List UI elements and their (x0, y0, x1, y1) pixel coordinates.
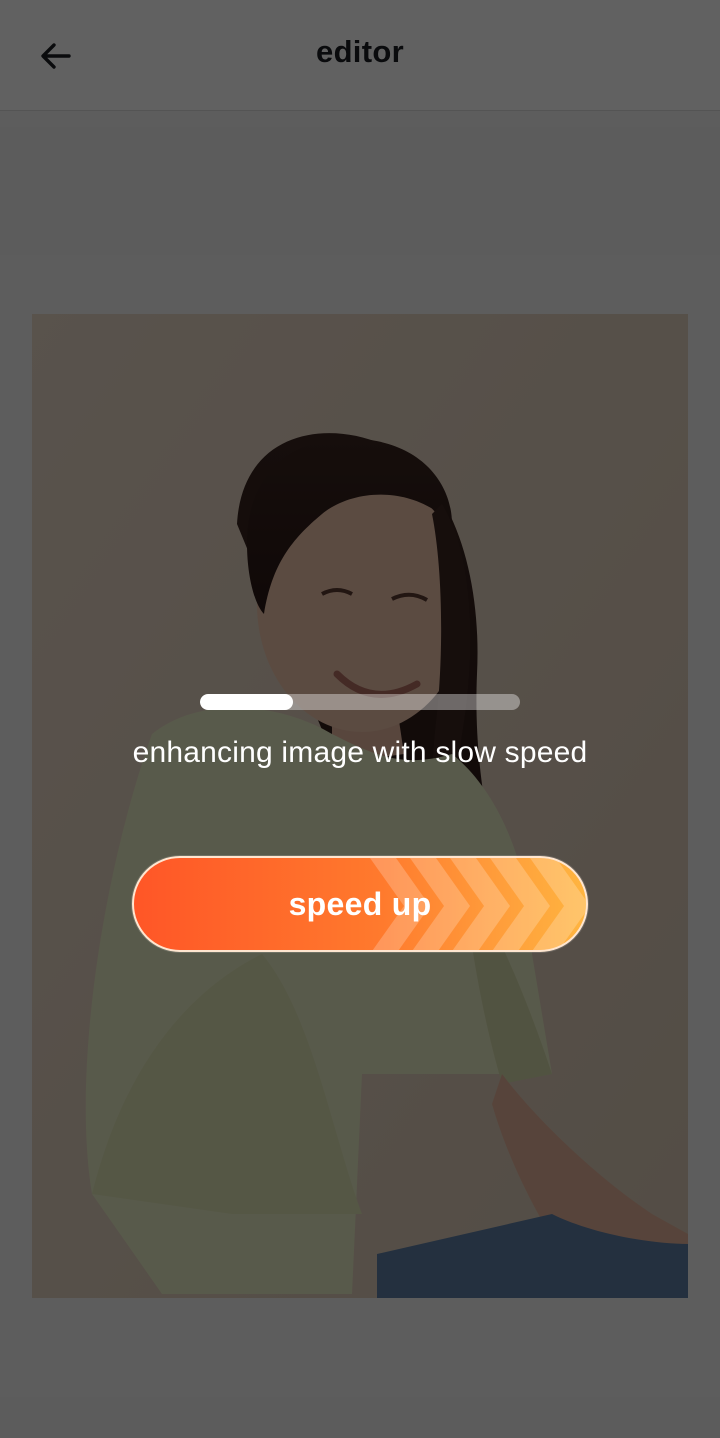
status-text: enhancing image with slow speed (132, 736, 588, 769)
speed-up-button[interactable]: speed up (132, 856, 588, 952)
speed-up-label: speed up (288, 886, 432, 922)
progress-fill (200, 694, 293, 710)
loading-overlay (0, 0, 720, 1438)
progress-bar (200, 694, 520, 710)
